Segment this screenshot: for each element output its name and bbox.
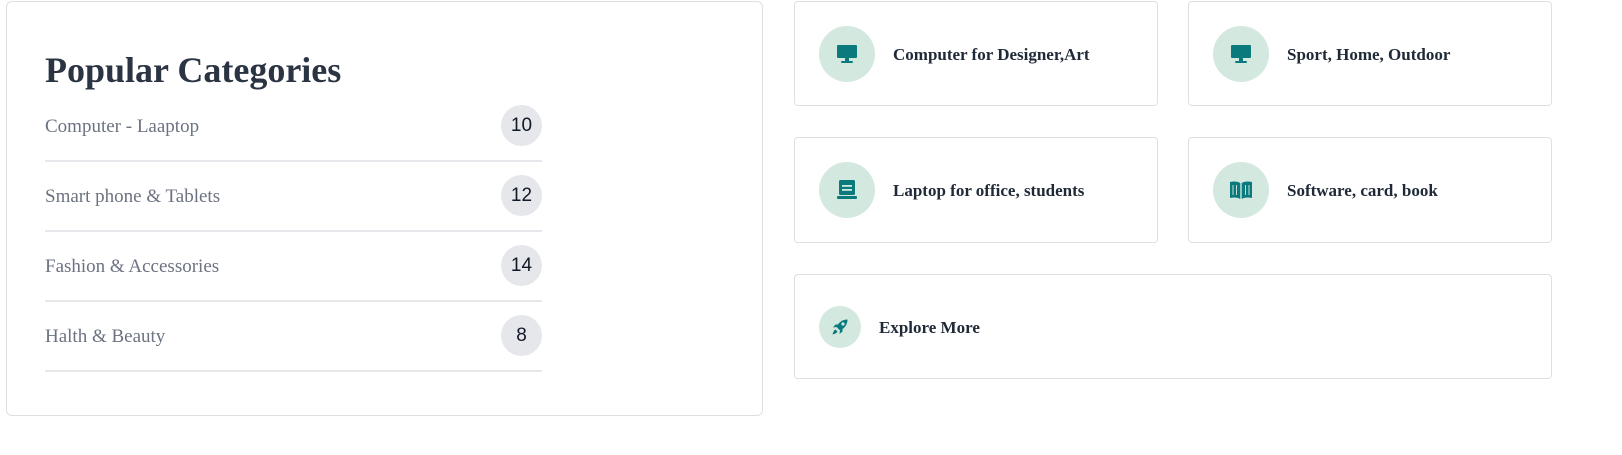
category-tile-computer-designer[interactable]: Computer for Designer,Art [794,1,1158,106]
tile-icon-circle [1213,26,1269,82]
tile-title[interactable]: Software, card, book [1287,181,1438,201]
tile-icon-circle [819,162,875,218]
category-tile-sport-home[interactable]: Sport, Home, Outdoor [1188,1,1552,106]
tile-title[interactable]: Sport, Home, Outdoor [1287,45,1450,65]
rocket-icon [832,319,848,335]
category-tile-software-book[interactable]: Software, card, book [1188,137,1552,243]
tile-title[interactable]: Laptop for office, students [893,181,1084,201]
explore-more-label[interactable]: Explore More [879,318,980,338]
popular-categories-card: Popular Categories Computer - Laaptop 10… [6,1,763,416]
tile-title[interactable]: Computer for Designer,Art [893,45,1090,65]
category-tile-laptop-office[interactable]: Laptop for office, students [794,137,1158,243]
popular-categories-title: Popular Categories [45,50,342,90]
category-label[interactable]: Computer - Laaptop [45,116,199,138]
monitor-icon [837,45,857,63]
category-count-badge: 12 [501,175,542,216]
category-item[interactable]: Halth & Beauty 8 [45,302,542,372]
category-item[interactable]: Fashion & Accessories 14 [45,232,542,302]
tile-icon-circle [819,26,875,82]
explore-more-tile[interactable]: Explore More [794,274,1552,379]
category-item[interactable]: Smart phone & Tablets 12 [45,162,542,232]
tile-icon-circle [1213,162,1269,218]
category-count-badge: 14 [501,245,542,286]
laptop-icon [837,180,857,199]
category-item[interactable]: Computer - Laaptop 10 [45,92,542,162]
category-label[interactable]: Smart phone & Tablets [45,186,220,208]
category-label[interactable]: Halth & Beauty [45,326,165,348]
category-label[interactable]: Fashion & Accessories [45,256,219,278]
explore-icon-circle [819,306,861,348]
book-icon [1230,181,1252,199]
category-count-badge: 8 [501,315,542,356]
monitor-icon [1231,45,1251,63]
category-count-badge: 10 [501,105,542,146]
category-list: Computer - Laaptop 10 Smart phone & Tabl… [45,92,542,372]
